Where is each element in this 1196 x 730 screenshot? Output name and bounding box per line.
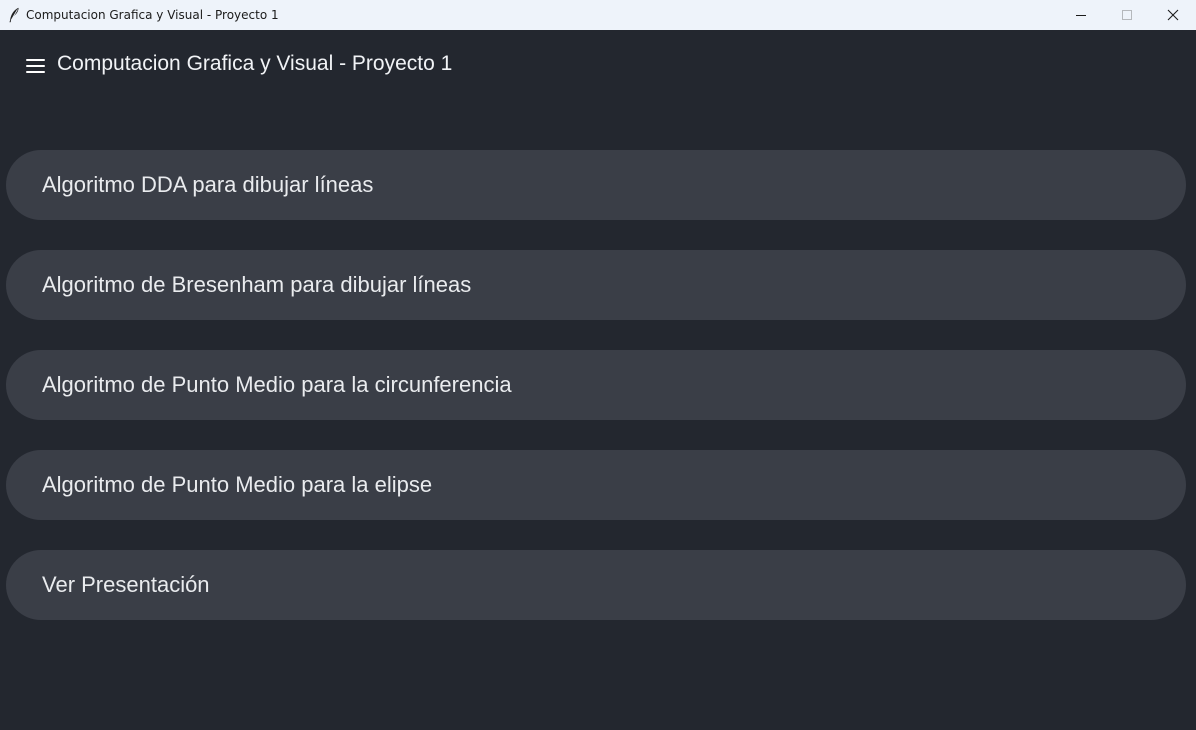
page-title: Computacion Grafica y Visual - Proyecto …: [57, 52, 453, 75]
minimize-icon: [1076, 15, 1086, 16]
close-icon: [1167, 9, 1179, 21]
midpoint-ellipse-button[interactable]: Algoritmo de Punto Medio para la elipse: [6, 450, 1186, 520]
menu-item-label: Algoritmo DDA para dibujar líneas: [42, 172, 374, 197]
app-bar: Computacion Grafica y Visual - Proyecto …: [0, 30, 1196, 102]
dda-line-button[interactable]: Algoritmo DDA para dibujar líneas: [6, 150, 1186, 220]
menu-item-label: Algoritmo de Punto Medio para la elipse: [42, 472, 433, 497]
algorithm-menu-list: Algoritmo DDA para dibujar líneas Algori…: [6, 150, 1186, 650]
hamburger-menu-icon[interactable]: [26, 58, 46, 74]
midpoint-circle-button[interactable]: Algoritmo de Punto Medio para la circunf…: [6, 350, 1186, 420]
window-controls: [1058, 0, 1196, 30]
maximize-icon: [1122, 10, 1132, 20]
bresenham-line-button[interactable]: Algoritmo de Bresenham para dibujar líne…: [6, 250, 1186, 320]
menu-item-label: Algoritmo de Punto Medio para la circunf…: [42, 372, 512, 397]
feather-icon: [6, 7, 22, 23]
menu-item-label: Ver Presentación: [42, 572, 210, 597]
view-presentation-button[interactable]: Ver Presentación: [6, 550, 1186, 620]
maximize-button[interactable]: [1104, 0, 1150, 30]
menu-item-label: Algoritmo de Bresenham para dibujar líne…: [42, 272, 472, 297]
minimize-button[interactable]: [1058, 0, 1104, 30]
window-title: Computacion Grafica y Visual - Proyecto …: [26, 8, 279, 22]
window-titlebar: Computacion Grafica y Visual - Proyecto …: [0, 0, 1196, 30]
close-button[interactable]: [1150, 0, 1196, 30]
